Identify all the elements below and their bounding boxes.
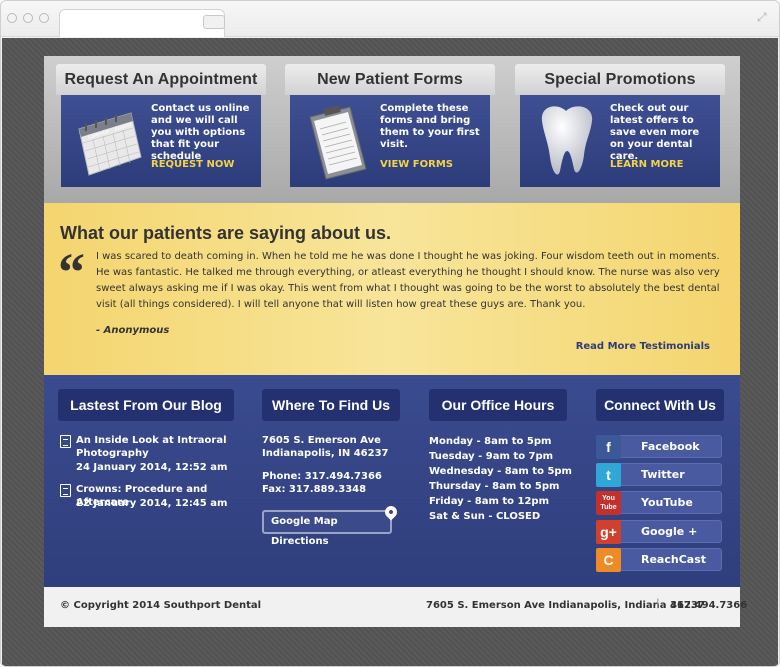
calendar-icon: Calendar August bbox=[78, 112, 142, 176]
document-icon bbox=[60, 435, 71, 448]
reachcast-icon: C bbox=[596, 548, 621, 572]
blog-heading: Lastest From Our Blog bbox=[58, 389, 234, 421]
city-address: Indianapolis, IN 46237 bbox=[262, 448, 389, 459]
facebook-icon: f bbox=[596, 435, 621, 459]
blog-post-title[interactable]: An Inside Look at Intraoral Photography bbox=[76, 434, 241, 460]
facebook-button[interactable]: f Facebook bbox=[596, 435, 722, 459]
page-viewport: Request An Appointment Calendar August C… bbox=[2, 38, 778, 666]
patient-forms-card-title: New Patient Forms bbox=[285, 64, 495, 95]
address-block: 7605 S. Emerson Ave Indianapolis, IN 462… bbox=[262, 434, 422, 496]
document-icon bbox=[60, 484, 71, 497]
office-hours-heading: Our Office Hours bbox=[429, 389, 567, 421]
appointment-card-text: Contact us online and we will call you w… bbox=[151, 103, 250, 162]
hours-line: Monday - 8am to 5pm bbox=[429, 436, 552, 447]
testimonial-text: I was scared to death coming in. When he… bbox=[96, 251, 720, 310]
blog-post-date: 22 January 2014, 12:45 am bbox=[76, 498, 228, 509]
google-plus-label: Google + bbox=[641, 525, 698, 538]
reachcast-button[interactable]: C ReachCast bbox=[596, 548, 722, 572]
info-section: Lastest From Our Blog Where To Find Us O… bbox=[44, 375, 740, 587]
hours-line: Friday - 8am to 12pm bbox=[429, 496, 550, 507]
clipboard-icon bbox=[309, 105, 367, 180]
hours-line: Sat & Sun - CLOSED bbox=[429, 511, 541, 522]
map-button-label: Google Map Directions bbox=[271, 516, 338, 547]
google-plus-button[interactable]: g+ Google + bbox=[596, 520, 722, 544]
reachcast-label: ReachCast bbox=[641, 553, 707, 566]
phone-number: Phone: 317.494.7366 bbox=[262, 471, 382, 482]
footer-separator: | bbox=[656, 598, 660, 609]
testimonials-heading: What our patients are saying about us. bbox=[60, 223, 392, 243]
twitter-button[interactable]: t Twitter bbox=[596, 463, 722, 487]
appointment-card-body: Calendar August Contact us online and we… bbox=[61, 95, 261, 187]
street-address: 7605 S. Emerson Ave bbox=[262, 435, 381, 446]
blog-post-date: 24 January 2014, 12:52 am bbox=[76, 462, 228, 473]
connect-heading: Connect With Us bbox=[596, 389, 724, 421]
fax-number: Fax: 317.889.3348 bbox=[262, 484, 367, 495]
patient-forms-card-text: Complete these forms and bring them to y… bbox=[380, 103, 480, 150]
request-now-link[interactable]: REQUEST NOW bbox=[151, 159, 234, 170]
find-us-heading: Where To Find Us bbox=[262, 389, 400, 421]
promotions-card-title: Special Promotions bbox=[515, 64, 725, 95]
read-more-testimonials-link[interactable]: Read More Testimonials bbox=[576, 341, 710, 352]
google-map-directions-button[interactable]: Google Map Directions bbox=[262, 503, 400, 547]
hours-line: Wednesday - 8am to 5pm bbox=[429, 466, 572, 477]
close-window-button[interactable] bbox=[7, 13, 17, 23]
learn-more-link[interactable]: LEARN MORE bbox=[610, 159, 683, 170]
page-content: Request An Appointment Calendar August C… bbox=[44, 56, 747, 627]
promotions-card: Special Promotions Check out our latest … bbox=[515, 64, 725, 188]
testimonial-author: - Anonymous bbox=[96, 325, 170, 336]
footer: © Copyright 2014 Southport Dental 7605 S… bbox=[44, 587, 747, 627]
promotions-card-text: Check out our latest offers to save even… bbox=[610, 103, 700, 162]
appointment-card: Request An Appointment Calendar August C… bbox=[56, 64, 266, 188]
browser-toolbar: ⤢ bbox=[1, 1, 779, 37]
footer-phone: 317.494.7366 bbox=[670, 600, 748, 611]
hours-line: Tuesday - 9am to 7pm bbox=[429, 451, 554, 462]
youtube-icon: You Tube bbox=[596, 491, 621, 515]
youtube-label: YouTube bbox=[641, 496, 693, 509]
twitter-icon: t bbox=[596, 463, 621, 487]
hours-line: Thursday - 8am to 5pm bbox=[429, 481, 560, 492]
browser-tab[interactable] bbox=[59, 9, 225, 37]
appointment-card-title: Request An Appointment bbox=[56, 64, 266, 95]
office-hours-list: Monday - 8am to 5pm Tuesday - 9am to 7pm… bbox=[429, 434, 579, 524]
minimize-window-button[interactable] bbox=[23, 13, 33, 23]
feature-cards: Request An Appointment Calendar August C… bbox=[44, 56, 740, 203]
new-tab-button[interactable] bbox=[203, 15, 225, 29]
view-forms-link[interactable]: VIEW FORMS bbox=[380, 159, 453, 170]
copyright-text: © Copyright 2014 Southport Dental bbox=[60, 600, 262, 611]
zoom-window-button[interactable] bbox=[39, 13, 49, 23]
facebook-label: Facebook bbox=[641, 440, 700, 453]
quote-icon: “ bbox=[58, 242, 85, 302]
promotions-card-body: Check out our latest offers to save even… bbox=[520, 95, 720, 187]
map-pin-icon bbox=[382, 503, 400, 521]
youtube-button[interactable]: You Tube YouTube bbox=[596, 491, 722, 515]
fullscreen-icon[interactable]: ⤢ bbox=[757, 11, 769, 23]
twitter-label: Twitter bbox=[641, 468, 685, 481]
testimonials-section: What our patients are saying about us. “… bbox=[44, 203, 740, 375]
patient-forms-card-body: Complete these forms and bring them to y… bbox=[290, 95, 490, 187]
patient-forms-card: New Patient Forms Complete these forms a… bbox=[285, 64, 495, 188]
tooth-icon bbox=[541, 106, 593, 175]
google-plus-icon: g+ bbox=[596, 520, 621, 544]
footer-address: 7605 S. Emerson Ave Indianapolis, Indian… bbox=[426, 600, 705, 611]
browser-window: ⤢ Request An Appointment Calendar August bbox=[0, 0, 780, 667]
